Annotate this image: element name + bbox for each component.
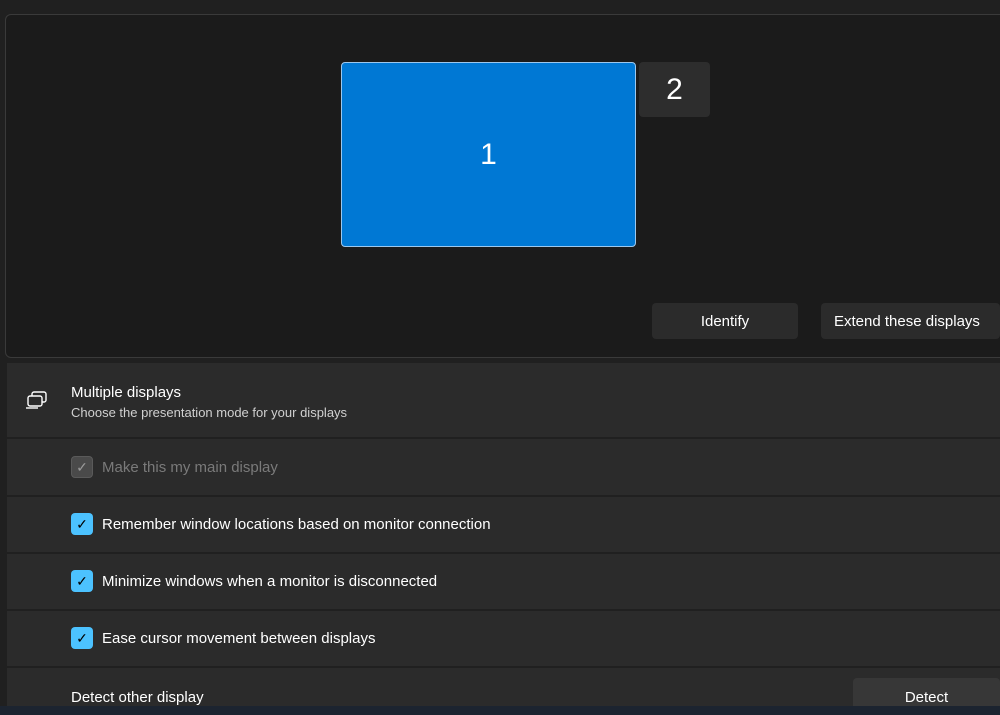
monitor-1[interactable]: 1: [341, 62, 636, 247]
monitor-2[interactable]: 2: [639, 62, 710, 117]
option-label: Make this my main display: [102, 459, 278, 476]
main-display-checkbox: ✓: [71, 456, 93, 478]
header-cutoff: [0, 0, 1000, 12]
option-label: Ease cursor movement between displays: [102, 630, 376, 647]
option-label: Minimize windows when a monitor is disco…: [102, 573, 438, 590]
detect-label: Detect other display: [71, 689, 204, 706]
identify-button[interactable]: Identify: [652, 303, 798, 339]
multiple-displays-header[interactable]: Multiple displays Choose the presentatio…: [7, 363, 1000, 437]
option-label: Remember window locations based on monit…: [102, 516, 491, 533]
display-mode-dropdown[interactable]: Extend these displays: [821, 303, 1000, 339]
multiple-displays-subtitle: Choose the presentation mode for your di…: [71, 405, 348, 420]
multiple-displays-title: Multiple displays: [71, 384, 182, 401]
multiple-displays-icon: [26, 391, 47, 409]
minimize-windows-checkbox[interactable]: ✓: [71, 570, 93, 592]
remember-window-locations-checkbox[interactable]: ✓: [71, 513, 93, 535]
ease-cursor-checkbox[interactable]: ✓: [71, 627, 93, 649]
taskbar: [0, 706, 1000, 715]
